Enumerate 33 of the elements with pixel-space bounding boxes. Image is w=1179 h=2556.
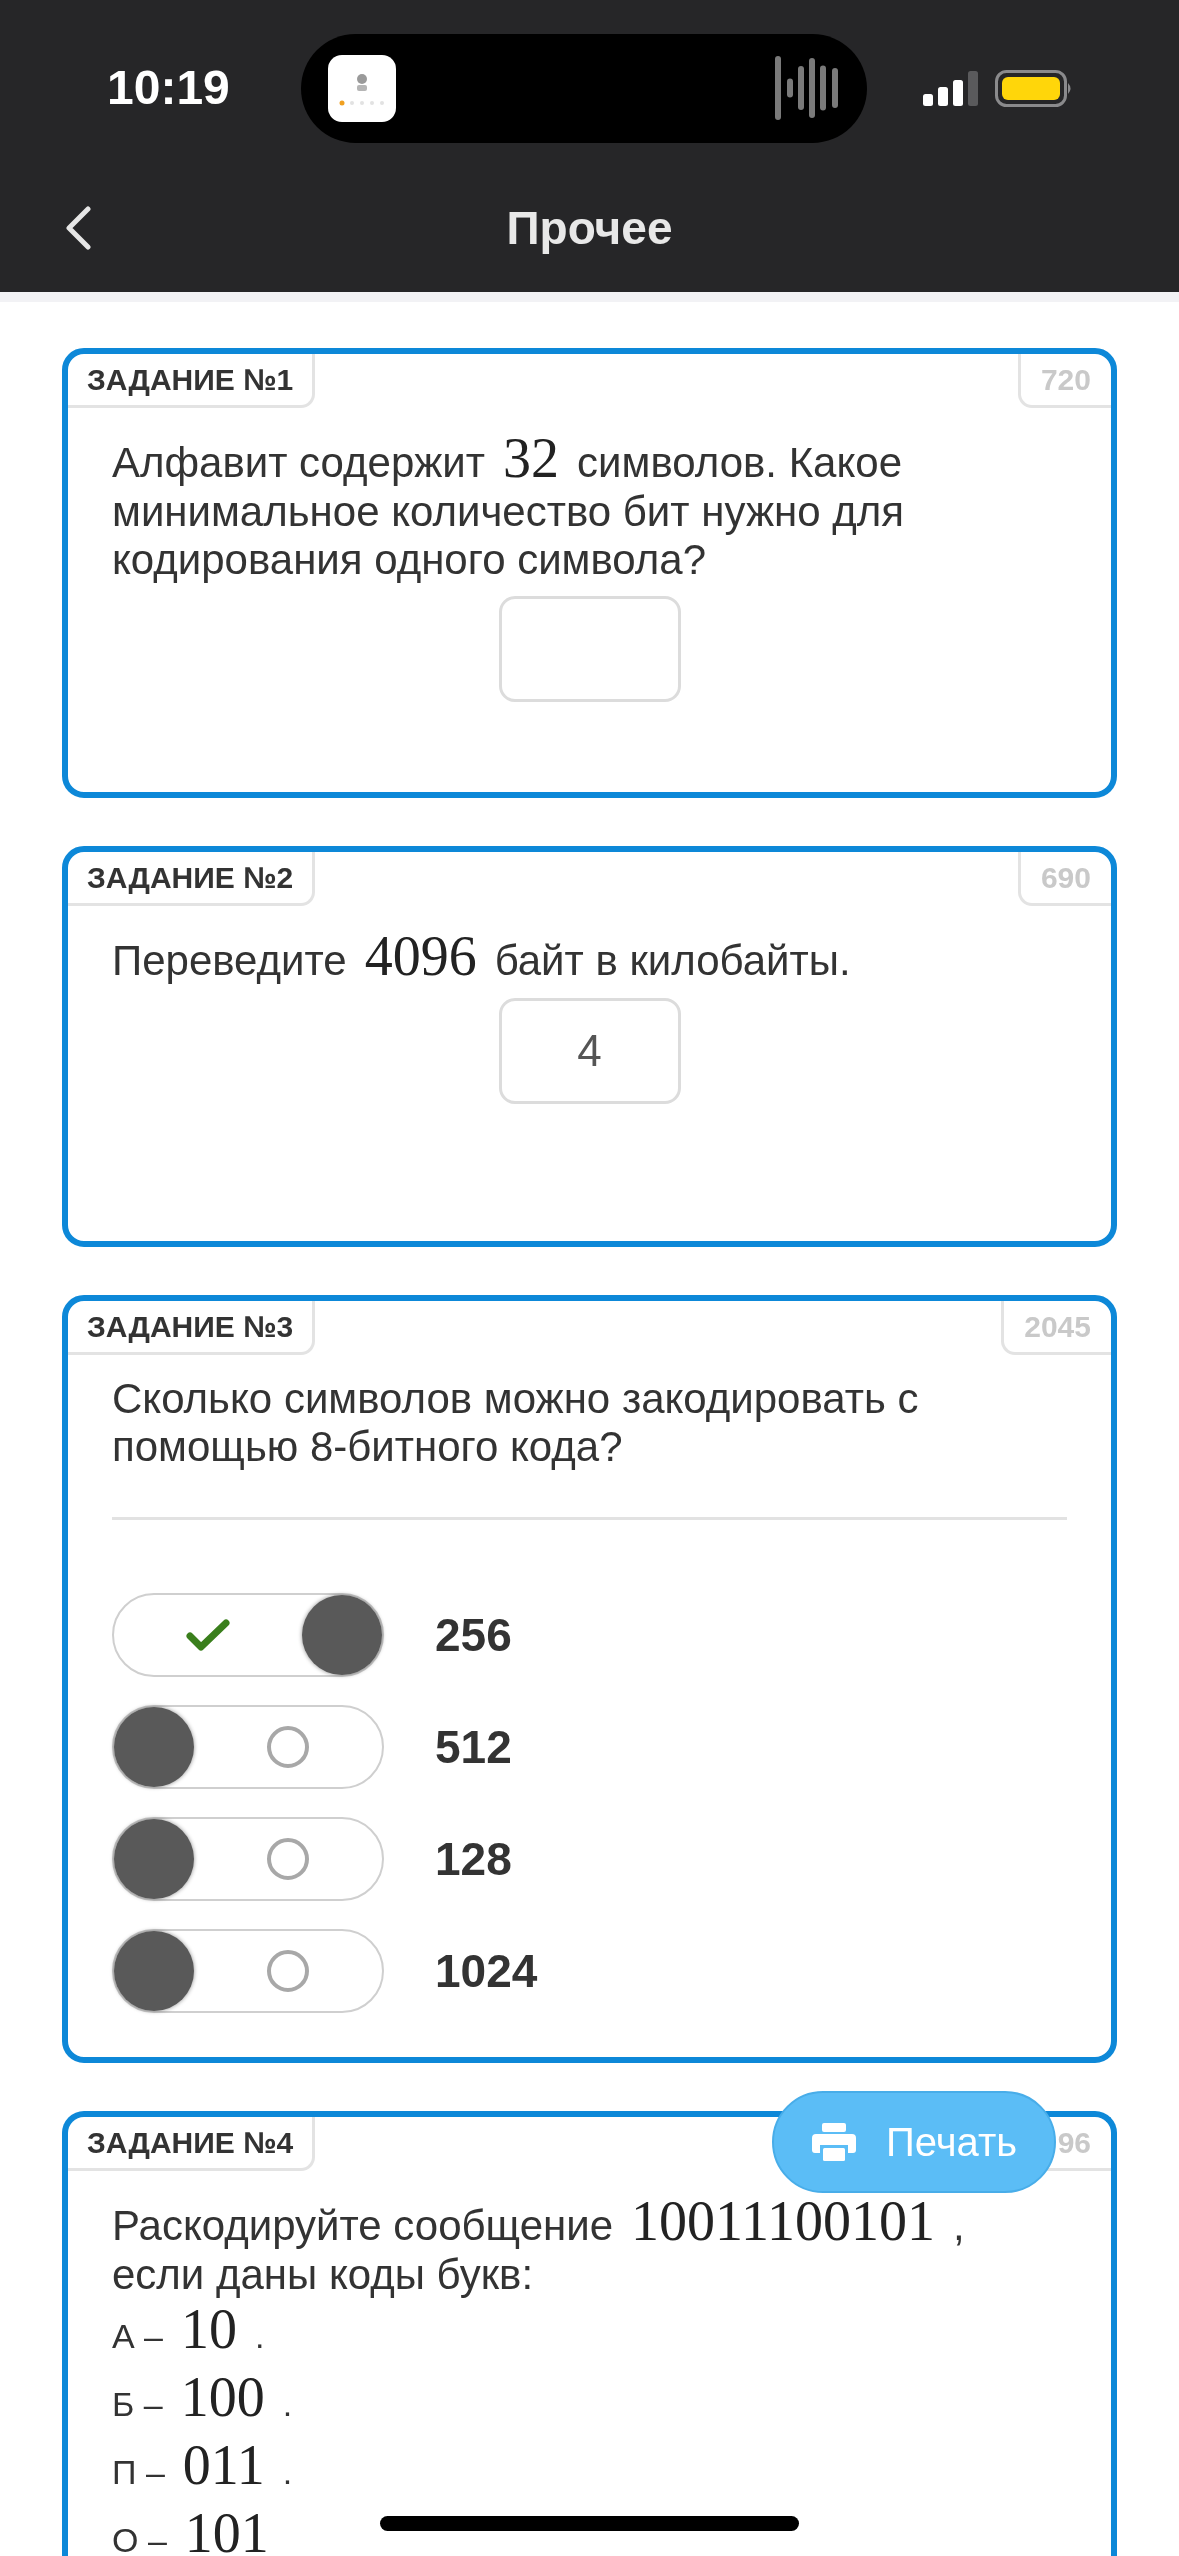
circle-icon: [266, 1949, 310, 1993]
answer-input[interactable]: [498, 596, 681, 702]
check-icon: [186, 1618, 230, 1652]
letter-code-line: Б – 100 .: [112, 2367, 293, 2430]
question-text: Сколько символов можно закодировать с помощью 8-битного кода?: [112, 1375, 920, 1471]
answer-input[interactable]: 4: [498, 998, 681, 1104]
printer-icon: [812, 2123, 856, 2161]
question-text: Алфавит содержит 32 символов. Какое минимальное количество бит нужно для кодирования одного символа?: [112, 428, 905, 584]
battery-icon: [995, 69, 1073, 107]
task-number-label: ЗАДАНИЕ №3: [68, 1301, 316, 1355]
question-text: Переведите 4096 байт в килобайты.: [112, 926, 852, 986]
letter-code-line: А – 10 .: [112, 2299, 265, 2362]
circle-icon: [266, 1837, 310, 1881]
option-label: 1024: [435, 1948, 538, 1994]
answer-toggle[interactable]: [112, 1705, 384, 1789]
option-label: 128: [435, 1836, 512, 1882]
answer-toggle[interactable]: [112, 1817, 384, 1901]
letter-code-line: П – 011 .: [112, 2435, 293, 2498]
letter-code-line: О – 101: [112, 2503, 270, 2556]
option-label: 256: [435, 1612, 512, 1658]
app-icon[interactable]: [328, 54, 396, 122]
circle-icon: [266, 1725, 310, 1769]
signal-icon: [923, 70, 978, 106]
task-number-label: ЗАДАНИЕ №1: [68, 354, 316, 408]
question-text: Раскодируйте сообщение 10011100101 , если даны коды букв:: [112, 2191, 966, 2299]
waveform-icon: [775, 56, 838, 120]
status-time: 10:19: [107, 61, 230, 114]
option-label: 512: [435, 1724, 512, 1770]
answer-toggle[interactable]: [112, 1593, 384, 1677]
answer-toggle[interactable]: [112, 1929, 384, 2013]
task-number-label: ЗАДАНИЕ №4: [68, 2117, 316, 2171]
back-icon[interactable]: [64, 206, 92, 250]
task-number-label: ЗАДАНИЕ №2: [68, 852, 316, 906]
